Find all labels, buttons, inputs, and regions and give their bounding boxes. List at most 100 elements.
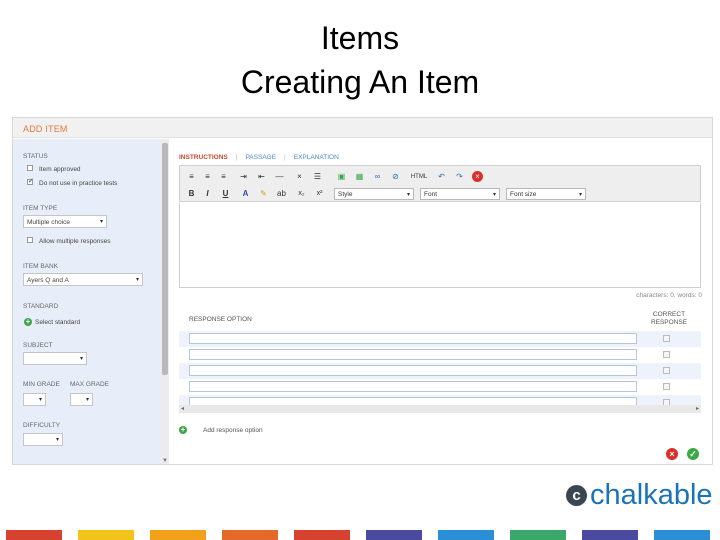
subscript-button[interactable]: x₂	[294, 187, 309, 201]
chevron-down-icon: ▾	[38, 397, 42, 403]
correct-response-checkbox[interactable]	[663, 351, 670, 358]
undo-icon[interactable]: ↶	[434, 170, 449, 184]
subject-select[interactable]: ▾	[23, 352, 87, 365]
style-select[interactable]: Style ▾	[334, 188, 414, 200]
image-icon[interactable]: ▣	[334, 170, 349, 184]
item-type-value: Multiple choice	[27, 219, 70, 226]
add-response-option-link[interactable]: Add response option	[203, 427, 263, 434]
scroll-down-arrow-icon[interactable]: ▼	[162, 458, 168, 464]
add-item-screenshot: ADD ITEM STATUS Item approved Do not use…	[12, 117, 713, 465]
logo-text: chalkable	[590, 479, 713, 511]
practice-tests-checkbox[interactable]	[27, 177, 34, 185]
html-source-button[interactable]: HTML	[408, 170, 430, 184]
responses-horizontal-scrollbar[interactable]: ◂ ▸	[179, 405, 701, 413]
horizontal-rule-icon[interactable]: —	[272, 170, 287, 184]
left-panel-scrollbar[interactable]: ▼	[161, 139, 169, 464]
correct-response-checkbox[interactable]	[663, 383, 670, 390]
practice-tests-label: Do not use in practice tests	[39, 180, 118, 187]
clear-format-icon[interactable]: ×	[472, 171, 483, 182]
tab-separator: |	[235, 154, 238, 161]
link-icon[interactable]: ∞	[370, 170, 385, 184]
strike-icon[interactable]: ×	[292, 170, 307, 184]
item-type-select[interactable]: Multiple choice ▾	[23, 215, 107, 228]
add-response-icon[interactable]: +	[179, 426, 187, 434]
tab-instructions[interactable]: INSTRUCTIONS	[179, 154, 228, 161]
item-bank-label: ITEM BANK	[23, 263, 59, 270]
response-option-row	[179, 363, 701, 379]
align-center-icon[interactable]: ≡	[200, 170, 215, 184]
color-stripe	[654, 530, 710, 540]
response-option-input[interactable]	[189, 349, 637, 360]
unlink-icon[interactable]: ⊘	[388, 170, 403, 184]
indent-icon[interactable]: ⇥	[236, 170, 251, 184]
color-stripe	[6, 530, 62, 540]
response-option-input[interactable]	[189, 333, 637, 344]
color-stripe	[438, 530, 494, 540]
allow-multiple-checkbox[interactable]	[27, 237, 33, 243]
chevron-down-icon: ▾	[99, 219, 103, 225]
align-right-icon[interactable]: ≡	[216, 170, 231, 184]
strikethrough-icon[interactable]: ab	[274, 187, 289, 201]
redo-icon[interactable]: ↷	[452, 170, 467, 184]
font-color-button[interactable]: A	[238, 187, 253, 201]
min-grade-select[interactable]: ▾	[23, 393, 46, 406]
color-stripe	[78, 530, 134, 540]
min-grade-label: MIN GRADE	[23, 381, 60, 388]
correct-response-header: CORRECT RESPONSE	[647, 311, 691, 327]
color-stripe	[294, 530, 350, 540]
select-standard-link[interactable]: Select standard	[35, 319, 80, 326]
add-standard-icon[interactable]: +	[24, 318, 32, 326]
response-option-row	[179, 347, 701, 363]
character-counter: characters: 0, words: 0	[636, 292, 702, 299]
color-stripe	[510, 530, 566, 540]
response-option-row	[179, 379, 701, 395]
correct-header-line1: CORRECT	[652, 311, 686, 318]
superscript-button[interactable]: x²	[312, 187, 327, 201]
difficulty-select[interactable]: ▾	[23, 433, 63, 446]
standard-label: STANDARD	[23, 303, 59, 310]
font-select[interactable]: Font ▾	[420, 188, 500, 200]
item-approved-checkbox[interactable]	[27, 165, 33, 171]
chevron-down-icon: ▾	[135, 277, 139, 283]
subject-label: SUBJECT	[23, 342, 53, 349]
item-approved-label: Item approved	[39, 166, 81, 173]
tab-explanation[interactable]: EXPLANATION	[294, 154, 339, 161]
instructions-editor[interactable]	[179, 203, 701, 288]
rich-text-toolbar: ≡ ≡ ≡ ⇥ ⇤ — × ☰ ▣ ▦ ∞ ⊘ HTML ↶ ↷ × B I U…	[179, 165, 701, 202]
chevron-down-icon: ▾	[85, 397, 89, 403]
scroll-left-arrow-icon[interactable]: ◂	[181, 405, 184, 412]
chevron-down-icon: ▾	[492, 192, 496, 198]
slide-title: Items	[320, 20, 400, 56]
save-button[interactable]: ✓	[687, 448, 699, 460]
correct-response-checkbox[interactable]	[663, 335, 670, 342]
chevron-down-icon: ▾	[578, 192, 582, 198]
table-icon[interactable]: ▦	[352, 170, 367, 184]
response-option-input[interactable]	[189, 365, 637, 376]
response-option-input[interactable]	[189, 381, 637, 392]
correct-header-line2: RESPONSE	[650, 319, 688, 326]
editor-tabs: INSTRUCTIONS | PASSAGE | EXPLANATION	[179, 154, 347, 161]
bullet-list-icon[interactable]: ☰	[310, 170, 325, 184]
align-left-icon[interactable]: ≡	[184, 170, 199, 184]
scrollbar-thumb[interactable]	[162, 143, 168, 375]
underline-button[interactable]: U	[218, 187, 233, 201]
bold-button[interactable]: B	[184, 187, 199, 201]
item-bank-select[interactable]: Ayers Q and A ▾	[23, 273, 143, 286]
chalkable-logo: c chalkable	[566, 480, 713, 518]
cancel-button[interactable]: ×	[666, 448, 678, 460]
difficulty-label: DIFFICULTY	[23, 422, 61, 429]
item-properties-panel: STATUS Item approved Do not use in pract…	[13, 139, 161, 464]
tab-passage[interactable]: PASSAGE	[245, 154, 276, 161]
window-title: ADD ITEM	[23, 124, 68, 134]
item-bank-value: Ayers Q and A	[27, 277, 69, 284]
style-select-value: Style	[338, 191, 353, 198]
item-type-label: ITEM TYPE	[23, 205, 58, 212]
max-grade-select[interactable]: ▾	[70, 393, 93, 406]
color-stripe	[150, 530, 206, 540]
outdent-icon[interactable]: ⇤	[254, 170, 269, 184]
font-size-select[interactable]: Font size ▾	[506, 188, 586, 200]
italic-button[interactable]: I	[200, 187, 215, 201]
highlight-icon[interactable]: ✎	[256, 187, 271, 201]
scroll-right-arrow-icon[interactable]: ▸	[696, 405, 699, 412]
correct-response-checkbox[interactable]	[663, 367, 670, 374]
